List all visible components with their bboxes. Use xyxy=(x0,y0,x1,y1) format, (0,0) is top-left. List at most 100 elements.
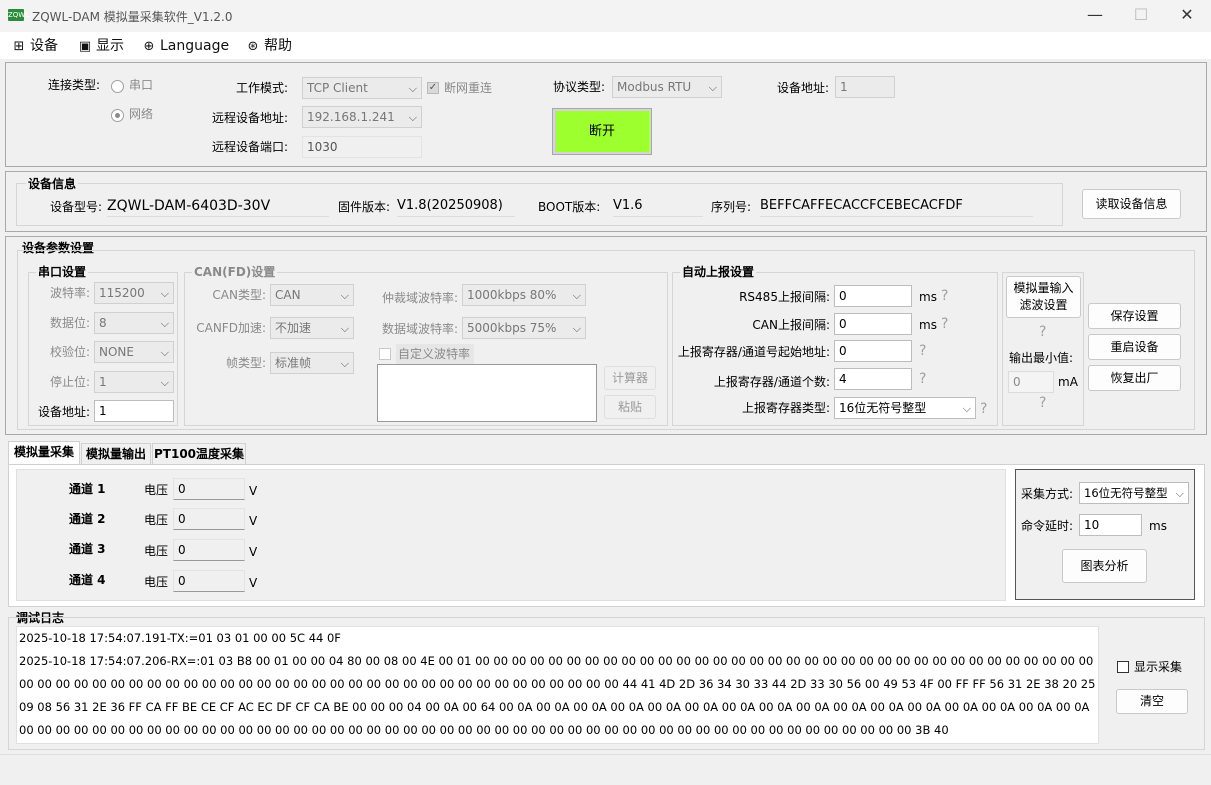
serial-number-value: BEFFCAFFECACCFCEBECACFDF xyxy=(760,196,1033,217)
restart-device-button[interactable]: 重启设备 xyxy=(1088,334,1181,360)
grid-icon: ⊞ xyxy=(13,39,25,54)
channel-count-input[interactable]: 4 xyxy=(834,368,912,390)
show-acquisition-label: 显示采集 xyxy=(1134,660,1183,674)
custom-baud-textarea[interactable] xyxy=(377,364,597,422)
chevron-down-icon: ⌵ xyxy=(408,82,417,95)
factory-reset-button[interactable]: 恢复出厂 xyxy=(1088,365,1181,391)
log-line-rx: 2025-10-18 17:54:07.206-RX=:01 03 B8 00 … xyxy=(19,654,1096,737)
chevron-down-icon: ⌵ xyxy=(962,402,971,415)
clear-log-button[interactable]: 清空 xyxy=(1116,689,1188,714)
stop-bits-select[interactable]: 1 ⌵ xyxy=(94,371,174,393)
custom-baud-label: 自定义波特率 xyxy=(396,344,475,364)
acquisition-mode-select[interactable]: 16位无符号整型 ⌵ xyxy=(1079,482,1189,504)
arbitration-baud-select[interactable]: 1000kbps 80% ⌵ xyxy=(462,284,586,306)
start-help-icon[interactable]: ? xyxy=(919,341,926,361)
channel-2-name: 通道 2 xyxy=(69,512,106,526)
channel-count-label: 上报寄存器/通道个数: xyxy=(713,375,830,389)
menu-device[interactable]: ⊞ 设备 xyxy=(12,36,58,56)
channel-1-label: 电压 xyxy=(144,483,169,497)
chevron-down-icon: ⌵ xyxy=(160,346,169,359)
can-interval-input[interactable]: 0 xyxy=(834,313,912,335)
chevron-down-icon: ⌵ xyxy=(160,287,169,300)
work-mode-select[interactable]: TCP Client ⌵ xyxy=(302,77,422,99)
output-min-help-icon[interactable]: ? xyxy=(1039,393,1046,413)
reconnect-label: 断网重连 xyxy=(444,81,493,95)
data-bits-select[interactable]: 8 ⌵ xyxy=(94,312,174,334)
regtype-help-icon[interactable]: ? xyxy=(980,399,987,419)
tab-analog-output[interactable]: 模拟量输出 xyxy=(81,443,151,465)
channel-4-unit: V xyxy=(249,576,258,590)
register-type-label: 上报寄存器类型: xyxy=(741,401,830,415)
menu-language[interactable]: ⊕ Language xyxy=(142,36,230,56)
firmware-label: 固件版本: xyxy=(338,200,391,214)
canfd-accel-select[interactable]: 不加速 ⌵ xyxy=(270,317,354,339)
network-radio-label: 网络 xyxy=(129,107,154,121)
remote-address-select[interactable]: 192.168.1.241 ⌵ xyxy=(302,106,422,128)
tab-pt100[interactable]: PT100温度采集 xyxy=(152,443,246,465)
rs485-interval-label: RS485上报间隔: xyxy=(739,290,830,304)
protocol-select[interactable]: Modbus RTU ⌵ xyxy=(612,76,722,98)
chevron-down-icon: ⌵ xyxy=(340,357,349,370)
output-min-label: 输出最小值: xyxy=(1009,351,1074,365)
rs485-help-icon[interactable]: ? xyxy=(941,286,948,306)
command-delay-input[interactable]: 10 xyxy=(1079,514,1142,536)
menu-help[interactable]: ⊛ 帮助 xyxy=(246,36,292,56)
window-title: ZQWL-DAM 模拟量采集软件_V1.2.0 xyxy=(32,10,233,24)
show-acquisition-checkbox[interactable] xyxy=(1117,661,1129,673)
chevron-down-icon: ⌵ xyxy=(340,289,349,302)
calculator-button[interactable]: 计算器 xyxy=(604,366,656,390)
filter-help-icon[interactable]: ? xyxy=(1039,322,1046,342)
rs485-interval-input[interactable]: 0 xyxy=(834,285,912,307)
model-label: 设备型号: xyxy=(50,200,103,214)
baud-select[interactable]: 115200 ⌵ xyxy=(94,282,174,304)
remote-port-input[interactable]: 1030 xyxy=(302,136,422,158)
channel-3-name: 通道 3 xyxy=(69,542,106,556)
serial-radio-label: 串口 xyxy=(129,78,154,92)
device-info-title: 设备信息 xyxy=(26,174,79,194)
paste-button[interactable]: 粘贴 xyxy=(604,395,656,419)
reconnect-checkbox[interactable]: ✓ xyxy=(427,82,439,94)
count-help-icon[interactable]: ? xyxy=(919,369,926,389)
output-min-unit: mA xyxy=(1058,375,1078,389)
device-address-input[interactable]: 1 xyxy=(835,76,895,98)
save-settings-button[interactable]: 保存设置 xyxy=(1088,303,1181,329)
output-min-input[interactable]: 0 xyxy=(1008,371,1054,393)
close-button[interactable]: ✕ xyxy=(1164,0,1210,32)
chevron-down-icon: ⌵ xyxy=(572,289,581,302)
data-baud-select[interactable]: 5000kbps 75% ⌵ xyxy=(462,317,586,339)
acquisition-mode-label: 采集方式: xyxy=(1021,487,1074,501)
network-radio[interactable] xyxy=(111,109,124,122)
debug-log-output[interactable]: 2025-10-18 17:54:07.191-TX:=01 03 01 00 … xyxy=(16,626,1099,744)
start-address-input[interactable]: 0 xyxy=(834,340,912,362)
canfd-accel-label: CANFD加速: xyxy=(196,321,266,335)
custom-baud-checkbox[interactable] xyxy=(379,348,391,360)
globe-icon: ⊕ xyxy=(143,39,155,54)
tab-analog-input[interactable]: 模拟量采集 xyxy=(8,441,80,465)
frame-type-select[interactable]: 标准帧 ⌵ xyxy=(270,352,354,374)
channel-3-value: 0 xyxy=(173,539,245,561)
menu-display[interactable]: ▣ 显示 xyxy=(78,36,124,56)
disconnect-button[interactable]: 断开 xyxy=(552,108,652,155)
can-type-label: CAN类型: xyxy=(212,288,266,302)
maximize-button[interactable]: ☐ xyxy=(1118,0,1164,32)
frame-type-label: 帧类型: xyxy=(225,356,266,370)
command-delay-unit: ms xyxy=(1149,519,1167,533)
chart-analysis-button[interactable]: 图表分析 xyxy=(1062,549,1147,583)
register-type-select[interactable]: 16位无符号整型 ⌵ xyxy=(834,397,976,419)
channel-2-label: 电压 xyxy=(144,513,169,527)
baud-label: 波特率: xyxy=(49,286,90,300)
filter-settings-button[interactable]: 模拟量输入 滤波设置 xyxy=(1006,276,1081,318)
model-value: ZQWL-DAM-6403D-30V xyxy=(107,196,329,217)
can-type-select[interactable]: CAN ⌵ xyxy=(270,284,354,306)
parity-select[interactable]: NONE ⌵ xyxy=(94,341,174,363)
serial-radio[interactable] xyxy=(111,80,124,93)
can-help-icon[interactable]: ? xyxy=(941,314,948,334)
can-settings-title: CAN(FD)设置 xyxy=(192,262,278,282)
minimize-button[interactable]: — xyxy=(1072,0,1118,32)
channel-3-label: 电压 xyxy=(144,544,169,558)
status-bar xyxy=(0,754,1211,785)
channel-1-unit: V xyxy=(249,484,258,498)
serial-addr-input[interactable]: 1 xyxy=(94,400,174,422)
read-device-info-button[interactable]: 读取设备信息 xyxy=(1082,189,1181,219)
channel-4-value: 0 xyxy=(173,570,245,592)
